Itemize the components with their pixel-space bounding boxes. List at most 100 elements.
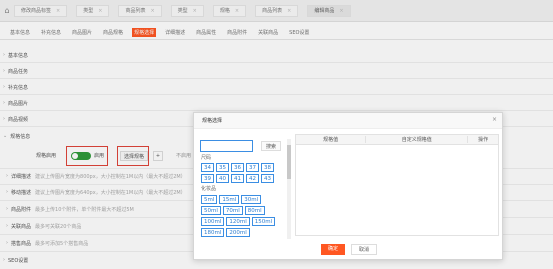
spec-toggle[interactable]: [71, 152, 91, 160]
section-title: 规格信息: [10, 133, 31, 140]
section-nav: 基本信息 补充信息 商品图片 商品规格 规格选择 详细描述 商品属性 商品附件 …: [0, 25, 553, 40]
section-images[interactable]: › 商品图片: [3, 97, 548, 109]
add-spec-button[interactable]: +: [153, 151, 163, 161]
column-header: 规格值: [323, 137, 339, 143]
section-extra[interactable]: › 商品任务: [3, 65, 548, 77]
column-header: 操作: [478, 137, 489, 143]
row-promo: › 搭售商品 最多可添加5个搭售商品: [6, 237, 206, 249]
select-spec-button[interactable]: 选择规格: [120, 151, 149, 161]
chevron-right-icon: ›: [3, 52, 5, 58]
spec-option[interactable]: 35: [216, 163, 229, 172]
row-desc: › 详细描述 建议上传图片宽度为800px，大小控制在1M以内（最大不超过2M）: [6, 170, 206, 182]
disable-text: 不启用: [176, 153, 192, 159]
row-hint: 最多可添加5个搭售商品: [35, 240, 89, 247]
tab-item[interactable]: 修改商品标签 ×: [14, 4, 68, 17]
divider: [0, 94, 553, 95]
chevron-right-icon: ›: [6, 173, 8, 179]
row-mobile: › 移动描述 建议上传图片宽度为640px，大小控制在1M以内（最大不超过2M）: [6, 186, 206, 198]
chevron-right-icon: ›: [3, 100, 5, 106]
row-hint: 建议上传图片宽度为800px，大小控制在1M以内（最大不超过2M）: [35, 173, 186, 180]
spec-option[interactable]: 36: [231, 163, 244, 172]
spec-option[interactable]: 100ml: [201, 217, 225, 226]
spec-option[interactable]: 40: [216, 174, 229, 183]
row-label: 关联商品: [11, 223, 32, 230]
subnav-item[interactable]: 补充信息: [39, 28, 63, 37]
spec-option[interactable]: 15ml: [219, 195, 240, 204]
row-label: 搭售商品: [11, 240, 32, 247]
scroll-thumb[interactable]: [287, 145, 291, 179]
top-tab-bar: ⌂ 修改商品标签 × 类型 × 商品列表 × 类型 × 规格 × 商品列表 × 编辑商品 ×: [0, 0, 553, 22]
home-icon[interactable]: ⌂: [0, 0, 14, 22]
close-icon[interactable]: ×: [193, 5, 197, 17]
spec-option[interactable]: 41: [231, 174, 244, 183]
column-header: 自定义规格值: [365, 136, 469, 143]
spec-option[interactable]: 43: [261, 174, 274, 183]
tab-item[interactable]: 商品列表 ×: [255, 4, 299, 17]
row-hint: 建议上传图片宽度为640px，大小控制在1M以内（最大不超过2M）: [35, 189, 186, 196]
chevron-right-icon: ›: [3, 116, 5, 122]
spec-option[interactable]: 38: [261, 163, 274, 172]
spec-option[interactable]: 42: [246, 174, 259, 183]
search-button[interactable]: 搜索: [261, 141, 282, 151]
subnav-item[interactable]: 商品附件: [225, 28, 249, 37]
close-icon[interactable]: ×: [339, 5, 343, 17]
subnav-item[interactable]: 关联商品: [256, 28, 280, 37]
subnav-item[interactable]: 商品规格: [101, 28, 125, 37]
section-supp[interactable]: › 补充信息: [3, 81, 548, 93]
tab-item[interactable]: 类型 ×: [170, 4, 204, 17]
spec-option[interactable]: 120ml: [226, 217, 250, 226]
spec-option[interactable]: 34: [201, 163, 214, 172]
spec-option[interactable]: 30ml: [241, 195, 262, 204]
spec-option[interactable]: 50ml: [201, 206, 221, 215]
close-icon[interactable]: ×: [150, 5, 154, 17]
group-title-size: 尺码: [201, 155, 212, 161]
confirm-button[interactable]: 确定: [320, 244, 345, 255]
section-title: 基本信息: [8, 52, 29, 59]
section-title: 补充信息: [8, 84, 29, 91]
tab-label: 编辑商品: [314, 7, 335, 14]
subnav-item[interactable]: 基本信息: [8, 28, 32, 37]
row-hint: 最多可关联20个商品: [35, 223, 82, 230]
chevron-right-icon: ›: [3, 68, 5, 74]
spec-option[interactable]: 37: [246, 163, 259, 172]
tab-item[interactable]: 商品列表 ×: [118, 4, 162, 17]
tab-item[interactable]: 规格 ×: [212, 4, 247, 17]
subnav-item[interactable]: 商品属性: [194, 28, 218, 37]
spec-option[interactable]: 80ml: [244, 206, 265, 215]
section-title: 商品图片: [8, 100, 29, 107]
tab-label: 商品列表: [125, 7, 146, 14]
row-label: 移动描述: [11, 189, 32, 196]
spec-option[interactable]: 39: [201, 174, 214, 183]
spec-option[interactable]: 200ml: [226, 228, 250, 237]
cancel-button[interactable]: 取消: [351, 244, 378, 255]
close-icon[interactable]: ×: [287, 5, 291, 17]
subnav-item[interactable]: 详细描述: [163, 28, 187, 37]
chevron-right-icon: ›: [6, 240, 8, 246]
scrollbar[interactable]: [287, 139, 291, 239]
tab-label: 修改商品标签: [21, 7, 52, 14]
subnav-item[interactable]: 商品图片: [70, 28, 94, 37]
close-icon[interactable]: ×: [56, 5, 60, 17]
spec-option[interactable]: 180ml: [201, 228, 225, 237]
spec-enable-label: 规格启用: [36, 153, 57, 159]
chevron-right-icon: ›: [3, 257, 5, 263]
table-header: 规格值 自定义规格值 操作: [296, 135, 498, 145]
search-input[interactable]: [200, 140, 253, 152]
subnav-item-active[interactable]: 规格选择: [132, 27, 157, 37]
close-icon[interactable]: ×: [98, 5, 102, 17]
spec-option[interactable]: 150ml: [251, 217, 276, 226]
selected-spec-table: 规格值 自定义规格值 操作: [295, 134, 499, 236]
spec-option[interactable]: 70ml: [222, 206, 243, 215]
spec-option[interactable]: 5ml: [201, 195, 218, 204]
close-icon[interactable]: ×: [235, 5, 239, 17]
section-basic[interactable]: › 基本信息: [3, 49, 548, 61]
row-hint: 最多上传10个附件，单个附件最大不超过5M: [35, 206, 134, 213]
row-label: 商品附件: [11, 206, 32, 213]
divider: [0, 62, 553, 63]
spec-select-dialog: 规格选择 × 搜索 尺码 34 35 36 37 38 39 40 41 42 …: [193, 112, 503, 260]
tab-item[interactable]: 类型 ×: [76, 4, 110, 17]
chevron-right-icon: ›: [6, 189, 8, 195]
tab-item-active[interactable]: 编辑商品 ×: [307, 4, 351, 17]
close-icon[interactable]: ×: [492, 116, 497, 123]
subnav-item[interactable]: SEO设置: [287, 28, 311, 37]
